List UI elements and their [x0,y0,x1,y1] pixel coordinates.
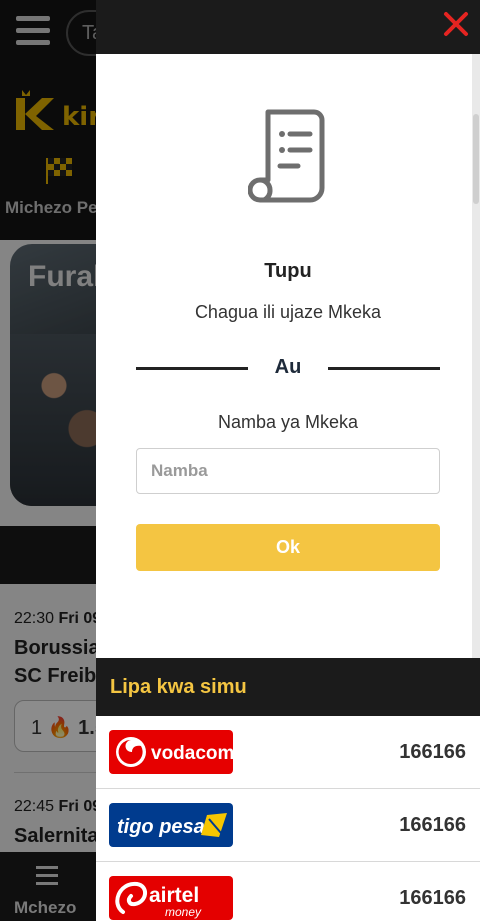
betslip-code-label: Namba ya Mkeka [217,412,359,432]
svg-text:tigo pesa: tigo pesa [117,816,205,838]
vodacom-logo-icon: vodacom [109,730,233,774]
payment-number: 166166 [399,814,466,836]
scrollbar-thumb[interactable] [473,114,479,204]
close-icon[interactable] [442,10,470,38]
panel-header [96,0,480,54]
betslip-code-input[interactable] [136,448,440,494]
payment-header: Lipa kwa simu [96,658,480,716]
receipt-icon [248,109,325,203]
betslip-panel: Tupu Chagua ili ujaze Mkeka Au Namba ya … [96,0,480,921]
ok-button[interactable]: Ok [136,524,440,571]
empty-subtitle: Chagua ili ujaze Mkeka [194,302,382,322]
payment-provider-vodacom[interactable]: vodacom 166166 [96,716,480,789]
svg-text:vodacom: vodacom [151,743,233,764]
svg-text:airtel: airtel [149,884,199,907]
payment-number: 166166 [399,741,466,763]
payment-number: 166166 [399,887,466,909]
airtel-money-logo-icon: airtel money [109,876,233,920]
payment-provider-airtel-money[interactable]: airtel money 166166 [96,862,480,921]
svg-text:money: money [165,905,202,919]
tigo-pesa-logo-icon: tigo pesa [109,803,233,847]
payment-provider-tigo-pesa[interactable]: tigo pesa 166166 [96,789,480,862]
or-divider: Au [136,356,440,382]
empty-title: Tupu [264,260,312,282]
